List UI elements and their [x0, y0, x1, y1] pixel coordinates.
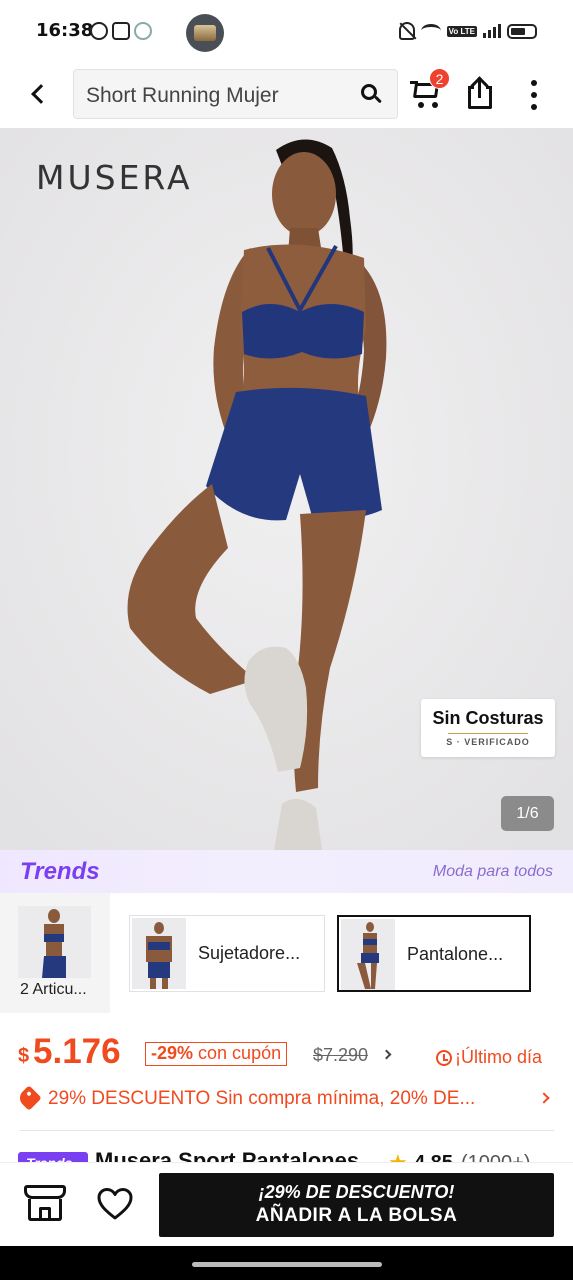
seamless-badge: Sin Costuras S · VERIFICADO: [421, 699, 555, 757]
last-day-label: ¡Último día: [455, 1047, 543, 1067]
product-image-carousel[interactable]: MUSERA Sin Costuras S · VERIFICADO 1/6: [0, 128, 573, 850]
price-currency: $: [18, 1045, 30, 1067]
badge-subtitle: S · VERIFICADO: [446, 737, 530, 747]
discount-percent: -29%: [151, 1043, 194, 1063]
price-row: $ 5.176 -29% con cupón $7.290 ¡Último dí…: [0, 1027, 573, 1077]
wishlist-button[interactable]: [92, 1183, 138, 1223]
product-title: Musera Sport Pantalones: [95, 1148, 360, 1162]
signal-icon: [483, 24, 501, 38]
status-time: 16:38: [36, 20, 94, 41]
notification-icons: [90, 22, 152, 40]
image-page-counter: 1/6: [501, 796, 554, 831]
share-button[interactable]: [466, 76, 496, 110]
variant-thumbnail: [132, 918, 186, 989]
chevron-right-icon: [538, 1092, 550, 1104]
search-input[interactable]: Short Running Mujer: [86, 84, 279, 108]
add-to-bag-label: AÑADIR A LA BOLSA: [255, 1205, 458, 1226]
mute-icon: [398, 22, 415, 40]
whatsapp-icon: [90, 22, 108, 40]
system-icons: Vo LTE: [398, 22, 537, 40]
chevron-right-icon[interactable]: [381, 1049, 392, 1060]
variant-thumbnail: [18, 906, 91, 978]
chevron-left-icon: [31, 84, 51, 104]
store-button[interactable]: [24, 1183, 66, 1223]
variant-thumbnail: [341, 919, 395, 990]
status-bar: 16:38 Vo LTE: [0, 0, 573, 62]
last-day-countdown: ¡Último día: [436, 1047, 542, 1068]
search-icon[interactable]: [361, 84, 382, 104]
price-value: 5.176: [33, 1032, 121, 1071]
search-bar[interactable]: Short Running Mujer: [73, 69, 398, 119]
home-gesture-handle[interactable]: [192, 1262, 382, 1267]
wifi-icon: [420, 24, 441, 38]
battery-icon: [507, 23, 537, 39]
bottom-action-bar: ¡29% DE DESCUENTO! AÑADIR A LA BOLSA: [0, 1162, 573, 1246]
top-header: Short Running Mujer 2: [0, 62, 573, 128]
more-options-button[interactable]: [524, 78, 544, 112]
coupon-row[interactable]: 29% DESCUENTO Sin compra mínima, 20% DE.…: [0, 1082, 573, 1116]
variant-label: Pantalone...: [407, 944, 504, 964]
volte-icon: Vo LTE: [446, 25, 477, 37]
coupon-tag-icon: [16, 1085, 42, 1111]
variant-card-pantalones[interactable]: Pantalone...: [337, 915, 531, 992]
add-to-bag-promo: ¡29% DE DESCUENTO!: [258, 1182, 455, 1202]
trends-logo: Trends: [20, 858, 100, 885]
trends-tag: Trends: [18, 1152, 88, 1162]
system-nav-bar: [0, 1246, 573, 1280]
variant-all-label: 2 Articu...: [20, 981, 87, 998]
star-icon: ★: [388, 1150, 408, 1162]
original-price[interactable]: $7.290: [313, 1045, 368, 1066]
coupon-discount-badge[interactable]: -29% con cupón: [145, 1042, 288, 1066]
coupon-text: 29% DESCUENTO Sin compra mínima, 20% DE.…: [48, 1088, 476, 1109]
floating-avatar[interactable]: [186, 14, 224, 52]
variant-card-sujetador[interactable]: Sujetadore...: [129, 915, 325, 992]
divider: [20, 1130, 554, 1131]
cart-button[interactable]: 2: [410, 68, 450, 110]
trends-tagline: Moda para todos: [432, 863, 553, 880]
cart-count-badge: 2: [429, 68, 450, 89]
variant-all-items[interactable]: 2 Articu...: [0, 893, 110, 1013]
variant-label: Sujetadore...: [198, 943, 301, 963]
variant-selector: 2 Articu... Sujetadore... Pantalone...: [0, 893, 573, 1013]
instagram-icon: [112, 22, 130, 40]
heart-icon: [97, 1188, 133, 1220]
badge-title: Sin Costuras: [432, 708, 544, 728]
brand-logo: MUSERA: [36, 158, 193, 197]
rating-value: 4.85: [414, 1152, 453, 1162]
trends-banner[interactable]: Trends Moda para todos: [0, 850, 573, 893]
add-to-bag-button[interactable]: ¡29% DE DESCUENTO! AÑADIR A LA BOLSA: [159, 1173, 554, 1237]
tiktok-icon: [134, 22, 152, 40]
discount-suffix: con cupón: [193, 1043, 282, 1063]
rating-count[interactable]: (1000+): [461, 1152, 531, 1162]
clock-icon: [436, 1049, 452, 1066]
product-title-row: Trends Musera Sport Pantalones ★ 4.85 (1…: [0, 1148, 573, 1162]
back-button[interactable]: [22, 78, 54, 110]
